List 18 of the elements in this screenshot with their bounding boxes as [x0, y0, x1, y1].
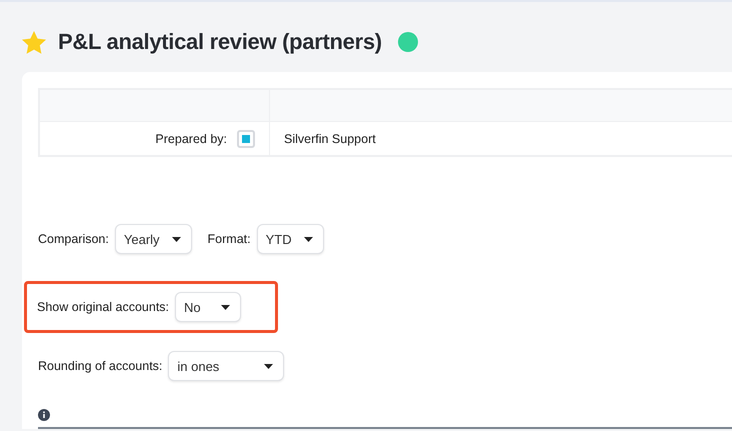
checkbox[interactable]: [237, 130, 255, 148]
caret-icon: [304, 236, 313, 242]
table-cell: Prepared by:: [155, 132, 227, 146]
dropdown[interactable]: in ones: [168, 351, 284, 381]
info-icon[interactable]: [38, 409, 50, 421]
dropdown[interactable]: No: [175, 292, 242, 322]
option-label: Rounding of accounts:: [38, 359, 162, 373]
option-label: Comparison:: [38, 232, 109, 246]
dropdown[interactable]: YTD: [256, 224, 324, 254]
caret-icon: [221, 304, 230, 310]
caret-icon: [172, 236, 181, 242]
table-cell: Silverfin Support: [284, 132, 376, 146]
option-label: Format:: [208, 232, 251, 246]
page-title: P&L analytical review (partners): [58, 29, 382, 55]
star-icon[interactable]: [22, 30, 46, 54]
dropdown[interactable]: Yearly: [114, 224, 192, 254]
caret-icon: [264, 364, 274, 368]
option-label: Show original accounts:: [37, 300, 170, 314]
